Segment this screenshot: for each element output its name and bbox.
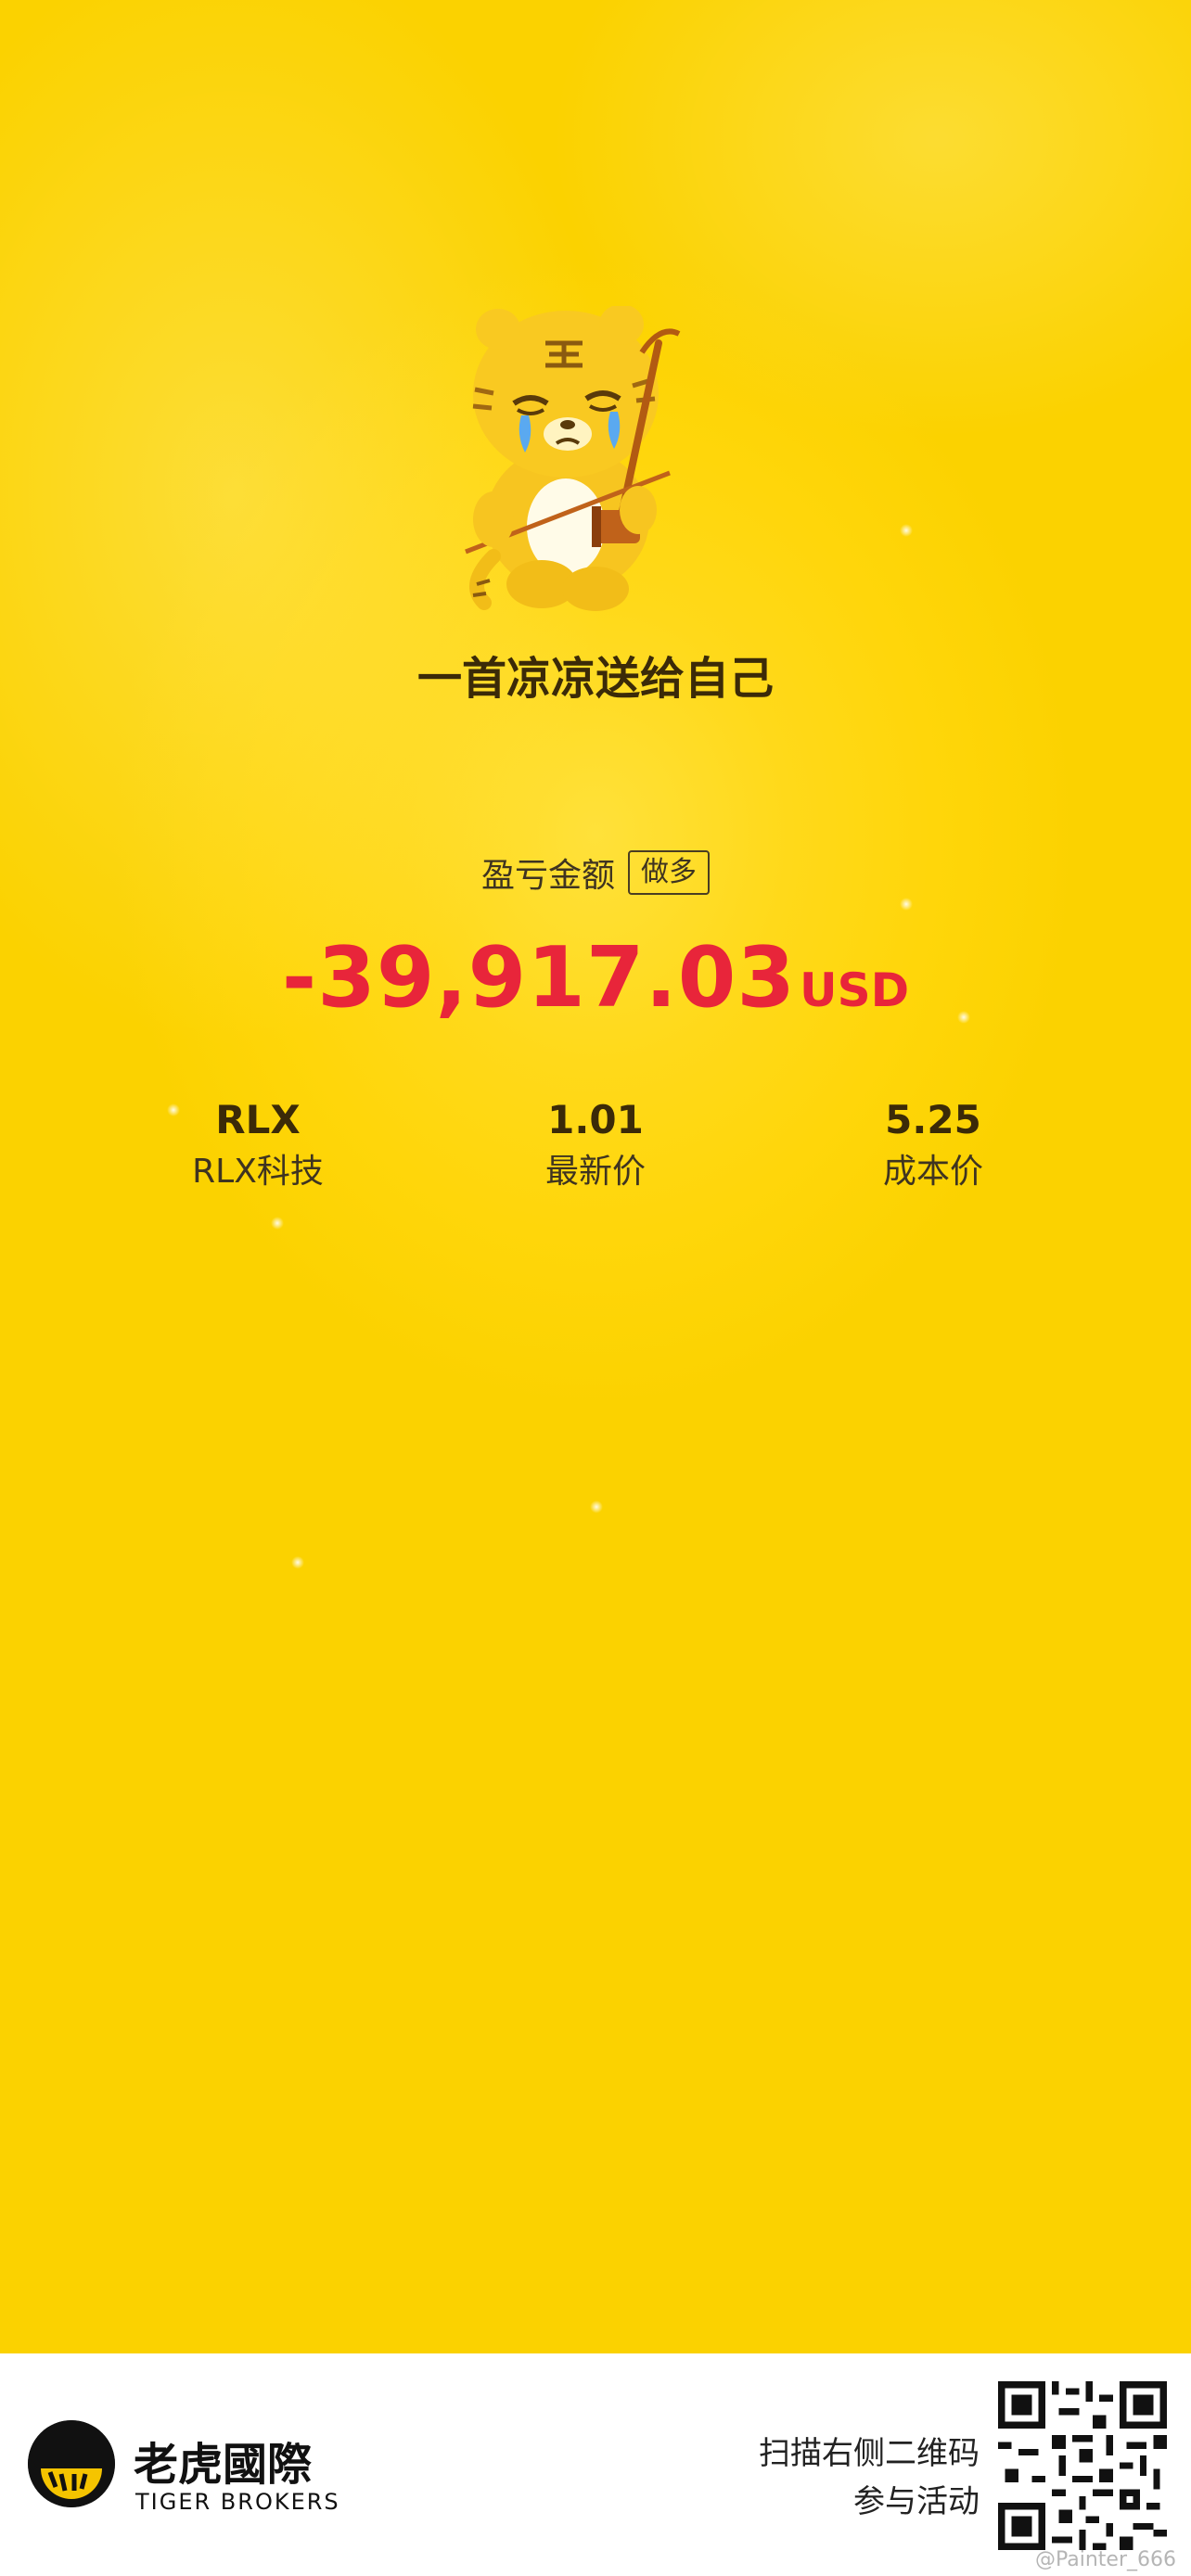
stat-label: RLX科技 <box>192 1153 324 1191</box>
poster-title: 一首凉凉送给自己 <box>416 653 774 705</box>
profit-loss-value: -39,917.03 <box>281 929 796 1027</box>
scan-hint-line1: 扫描右侧二维码 <box>759 2435 980 2472</box>
profit-loss-amount: -39,917.03 USD <box>0 929 1191 1027</box>
crying-tiger-mascot-icon <box>465 306 681 611</box>
sparkle <box>900 898 913 911</box>
tiger-brokers-logo-icon <box>28 2420 115 2507</box>
profit-loss-header: 盈亏金额 做多 <box>0 848 1191 897</box>
stat-value: 5.25 <box>885 1097 981 1142</box>
position-direction-badge: 做多 <box>628 850 710 895</box>
sparkle <box>900 524 913 537</box>
scan-hint-line2: 参与活动 <box>853 2483 980 2520</box>
stat-cost-price: 5.25 成本价 <box>794 1094 1072 1198</box>
sparkle <box>291 1556 304 1569</box>
footer-bar: 老虎國際 TIGER BROKERS 扫描右侧二维码 参与活动 @Painter… <box>0 2353 1191 2576</box>
stat-latest-price: 1.01 最新价 <box>456 1094 735 1198</box>
stat-label: 最新价 <box>544 1153 646 1191</box>
sparkle <box>590 1500 603 1513</box>
brand-name-en: TIGER BROKERS <box>135 2489 340 2515</box>
sparkle <box>271 1217 284 1230</box>
stat-value: 1.01 <box>547 1097 644 1142</box>
qr-code-icon[interactable] <box>998 2381 1167 2550</box>
share-poster: 一首凉凉送给自己 盈亏金额 做多 -39,917.03 USD RLX RLX科… <box>0 0 1191 2353</box>
position-stats: RLX RLX科技 1.01 最新价 5.25 成本价 <box>0 1094 1191 1205</box>
watermark-text: @Painter_666 <box>1034 2548 1176 2571</box>
stat-label: 成本价 <box>882 1153 983 1191</box>
stat-symbol: RLX RLX科技 <box>119 1094 397 1198</box>
brand-name-cn: 老虎國際 <box>134 2439 313 2491</box>
currency-label: USD <box>799 963 910 1017</box>
profit-loss-label: 盈亏金额 <box>480 857 615 895</box>
stat-value: RLX <box>215 1097 301 1142</box>
